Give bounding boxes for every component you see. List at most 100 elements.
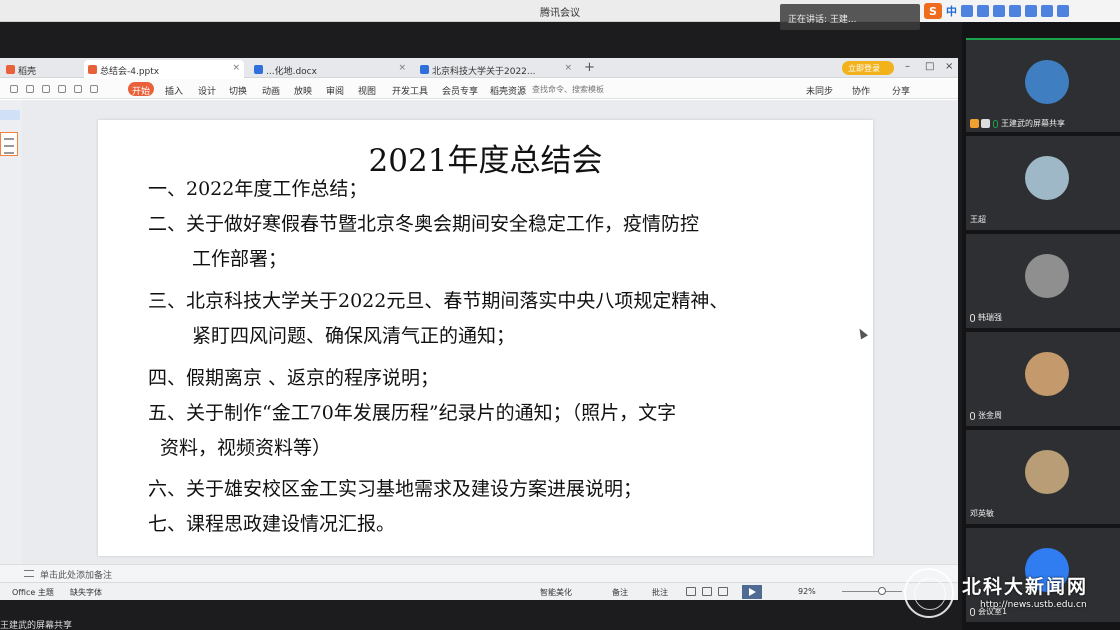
ime-tool-icon[interactable]	[1009, 5, 1021, 17]
editor-workspace: 2021年度总结会 一、2022年度工作总结； 二、关于做好寒假春节暨北京冬奥会…	[0, 100, 958, 564]
avatar	[1025, 352, 1069, 396]
agenda-item: 四、假期离京 、返京的程序说明；	[148, 367, 440, 389]
host-badge-icon	[970, 119, 990, 128]
mouse-pointer-icon	[856, 326, 868, 340]
play-slideshow-button[interactable]	[742, 585, 762, 599]
theme-name: Office 主题	[12, 588, 54, 597]
pptx-icon	[88, 65, 97, 74]
file-menu-icon[interactable]	[10, 85, 18, 93]
notes-pane[interactable]: 单击此处添加备注	[0, 564, 958, 582]
tab-presentation[interactable]: 总结会-4.pptx ×	[84, 60, 244, 78]
avatar	[1025, 450, 1069, 494]
command-search[interactable]: 查找命令、搜索模板	[532, 84, 604, 95]
zoom-slider[interactable]	[842, 591, 902, 592]
sorter-view-icon[interactable]	[702, 587, 712, 596]
comments-toggle-button[interactable]: 批注	[652, 587, 668, 598]
ime-tool-icon[interactable]	[961, 5, 973, 17]
ime-tool-icon[interactable]	[1025, 5, 1037, 17]
slide-canvas[interactable]: 2021年度总结会 一、2022年度工作总结； 二、关于做好寒假春节暨北京冬奥会…	[98, 120, 873, 556]
close-tab-icon[interactable]: ×	[398, 63, 406, 73]
docx-icon	[254, 65, 263, 74]
reading-view-icon[interactable]	[718, 587, 728, 596]
maximize-icon[interactable]: □	[925, 61, 934, 72]
zoom-slider-handle[interactable]	[878, 587, 886, 595]
ime-tool-icon[interactable]	[993, 5, 1005, 17]
participant-name-row: 王超	[970, 214, 986, 225]
ime-toolbar[interactable]: S 中	[920, 0, 1120, 22]
mic-on-icon	[993, 119, 998, 128]
menu-member[interactable]: 会员专享	[442, 84, 478, 97]
menu-design[interactable]: 设计	[198, 84, 216, 97]
save-icon[interactable]	[26, 85, 34, 93]
menu-insert[interactable]: 插入	[165, 84, 183, 97]
tab-label: 总结会-4.pptx	[100, 67, 160, 77]
close-tab-icon[interactable]: ×	[564, 63, 572, 73]
menu-home[interactable]: 开始	[128, 82, 154, 97]
participant-tile[interactable]: 张金周	[966, 332, 1120, 426]
normal-view-icon[interactable]	[686, 587, 696, 596]
meeting-title-bar: 腾讯会议 S 中	[0, 0, 1120, 22]
ime-language-indicator[interactable]: 中	[946, 3, 957, 19]
participant-name: 韩瑞强	[978, 313, 1002, 322]
participant-name-row: 张金周	[970, 410, 1002, 421]
share-button[interactable]: 分享	[892, 84, 910, 97]
participant-name: 王超	[970, 215, 986, 224]
ime-tool-icon[interactable]	[1057, 5, 1069, 17]
menu-transition[interactable]: 切换	[229, 84, 247, 97]
tab-label: ...化地.docx	[266, 67, 317, 77]
menu-review[interactable]: 审阅	[326, 84, 344, 97]
missing-font-button[interactable]: 缺失字体	[70, 587, 102, 598]
close-window-icon[interactable]: ×	[945, 61, 953, 72]
tab-document[interactable]: ...化地.docx ×	[250, 60, 410, 78]
smart-beautify-button[interactable]: 智能美化	[540, 587, 572, 598]
participant-tile[interactable]: 王超	[966, 136, 1120, 230]
tab-notice[interactable]: 北京科技大学关于2022... ×	[416, 60, 576, 78]
menu-developer[interactable]: 开发工具	[392, 84, 428, 97]
tab-docer[interactable]: 稻壳	[2, 60, 82, 78]
slide-thumbnail-panel	[0, 100, 22, 564]
agenda-item: 三、北京科技大学关于2022元旦、春节期间落实中央八项规定精神、	[148, 290, 729, 312]
status-bar: Office 主题 缺失字体 智能美化 备注 批注 92%	[0, 582, 958, 600]
agenda-item: 二、关于做好寒假春节暨北京冬奥会期间安全稳定工作，疫情防控	[148, 213, 700, 235]
login-button[interactable]: 立即登录	[842, 61, 894, 75]
notes-placeholder: 单击此处添加备注	[40, 571, 113, 581]
menu-animation[interactable]: 动画	[262, 84, 280, 97]
minimize-icon[interactable]: –	[905, 61, 910, 72]
agenda-item: 一、2022年度工作总结；	[148, 178, 368, 200]
notes-toggle-button[interactable]: 备注	[612, 587, 628, 598]
menu-docer-resources[interactable]: 稻壳资源	[490, 84, 526, 97]
notes-grip-icon[interactable]	[24, 570, 34, 577]
zoom-level[interactable]: 92%	[798, 587, 816, 596]
agenda-item: 七、课程思政建设情况汇报。	[148, 513, 396, 535]
university-seal-icon	[904, 568, 954, 618]
ribbon-menu: 开始 插入 设计 切换 动画 放映 审阅 视图 开发工具 会员专享 稻壳资源 查…	[0, 79, 958, 99]
screen-share-label: 王建武的屏幕共享	[0, 621, 73, 630]
agenda-item: 六、关于雄安校区金工实习基地需求及建设方案进展说明；	[148, 478, 643, 500]
participant-tile[interactable]: 王建武的屏幕共享	[966, 38, 1120, 132]
docer-icon	[6, 65, 15, 74]
thumbnail-tab[interactable]	[0, 110, 20, 120]
menu-view[interactable]: 视图	[358, 84, 376, 97]
participant-panel: 王建武的屏幕共享 王超 韩瑞强 张金周 邓英敏 会议室1	[962, 22, 1120, 630]
participant-name-row: 韩瑞强	[970, 312, 1002, 323]
slide-thumbnail[interactable]	[0, 132, 18, 156]
avatar	[1025, 254, 1069, 298]
mic-icon	[970, 411, 975, 420]
sogou-ime-icon[interactable]: S	[924, 3, 942, 19]
menu-slideshow[interactable]: 放映	[294, 84, 312, 97]
undo-icon[interactable]	[74, 85, 82, 93]
collaborate-button[interactable]: 协作	[852, 84, 870, 97]
participant-tile[interactable]: 邓英敏	[966, 430, 1120, 524]
ime-tool-icon[interactable]	[1041, 5, 1053, 17]
tab-label: 稻壳	[18, 67, 37, 77]
close-tab-icon[interactable]: ×	[232, 63, 240, 73]
docx-icon	[420, 65, 429, 74]
ime-tool-icon[interactable]	[977, 5, 989, 17]
preview-icon[interactable]	[58, 85, 66, 93]
participant-tile[interactable]: 韩瑞强	[966, 234, 1120, 328]
sync-status[interactable]: 未同步	[806, 84, 833, 97]
print-icon[interactable]	[42, 85, 50, 93]
redo-icon[interactable]	[90, 85, 98, 93]
participant-name: 王建武的屏幕共享	[1001, 119, 1065, 128]
new-tab-icon[interactable]: +	[584, 60, 595, 75]
